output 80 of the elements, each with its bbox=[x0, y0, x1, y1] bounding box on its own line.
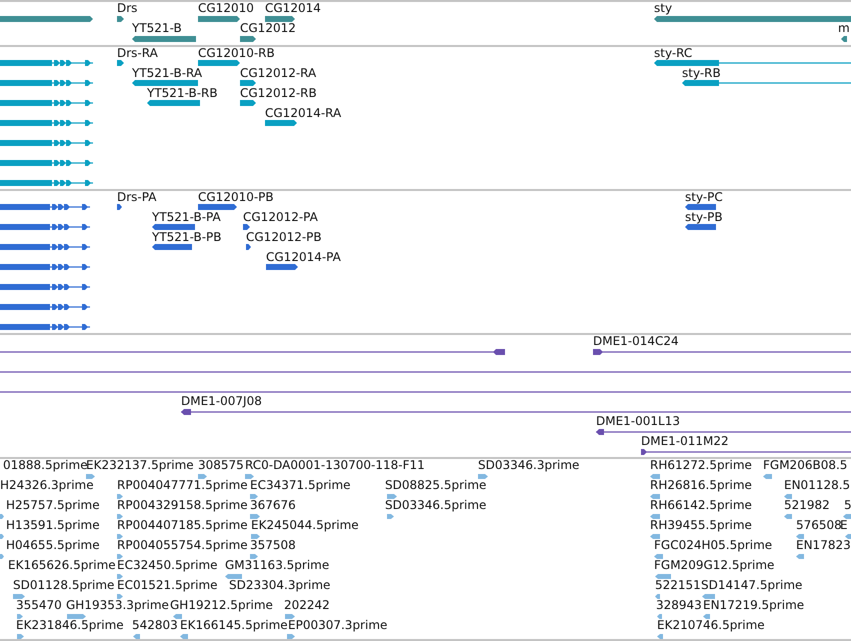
feature-label: SD03346.3prime bbox=[478, 459, 580, 472]
feature-label: DME1-014C24 bbox=[593, 335, 679, 348]
feature-label: sty-RC bbox=[654, 47, 692, 60]
feature-label: 522151 bbox=[655, 579, 701, 592]
feature-label: CG12012-PB bbox=[246, 231, 322, 244]
feature-label: 328943 bbox=[656, 599, 702, 612]
feature-label: RP004407185.5prime bbox=[117, 519, 248, 532]
feature-label: m bbox=[838, 22, 850, 35]
feature-label: YT521-B-PB bbox=[152, 231, 222, 244]
feature-label: RH61272.5prime bbox=[650, 459, 752, 472]
feature-label: EK232137.5prime bbox=[86, 459, 194, 472]
feature-label: FGM209G12.5prime bbox=[654, 559, 774, 572]
feature-label: RP004055754.5prime bbox=[117, 539, 248, 552]
feature-label: sty-RB bbox=[682, 67, 721, 80]
feature-label: RP004047771.5prime bbox=[117, 479, 248, 492]
feature-label: CG12010-RB bbox=[198, 47, 275, 60]
feature-label: CG12012-RA bbox=[240, 67, 316, 80]
feature-label: RH66142.5prime bbox=[650, 499, 752, 512]
feature-label: 202242 bbox=[284, 599, 330, 612]
feature-label: GM31163.5prime bbox=[225, 559, 330, 572]
feature-label: H25757.5prime bbox=[6, 499, 100, 512]
feature-label: CG12010-PB bbox=[198, 191, 274, 204]
feature-label: 576508 bbox=[796, 519, 842, 532]
feature-label: 5 bbox=[844, 499, 851, 512]
feature-label: CG12014 bbox=[265, 2, 321, 15]
feature-label: EC34371.5prime bbox=[250, 479, 351, 492]
feature-label: EK231846.5prime bbox=[16, 619, 124, 632]
feature-label: 355470 bbox=[16, 599, 62, 612]
feature-label: GH19353.3prime bbox=[66, 599, 169, 612]
feature-label: EN17823 bbox=[796, 539, 851, 552]
feature-label: H04655.5prime bbox=[6, 539, 100, 552]
feature-label: sty-PB bbox=[685, 211, 723, 224]
feature-label: SD14147.5prime bbox=[701, 579, 802, 592]
feature-label: EC32450.5prime bbox=[117, 559, 218, 572]
feature-label: SD03346.5prime bbox=[385, 499, 486, 512]
feature-label: EK210746.5prime bbox=[657, 619, 765, 632]
feature-label: CG12012-PA bbox=[243, 211, 318, 224]
feature-label: Drs-PA bbox=[117, 191, 156, 204]
feature-label: YT521-B-RA bbox=[132, 67, 202, 80]
feature-label: DME1-011M22 bbox=[641, 435, 729, 448]
feature-label: E bbox=[840, 519, 848, 532]
feature-label: sty bbox=[654, 2, 672, 15]
feature-label: SD08825.5prime bbox=[385, 479, 486, 492]
feature-label: RC0-DA0001-130700-118-F11 bbox=[245, 459, 425, 472]
feature-label: 357508 bbox=[250, 539, 296, 552]
feature-label: EK165626.5prime bbox=[8, 559, 116, 572]
feature-label: DME1-007J08 bbox=[181, 395, 262, 408]
feature-label: EK166145.5prime bbox=[180, 619, 288, 632]
feature-label: sty-PC bbox=[685, 191, 723, 204]
feature-label: 367676 bbox=[250, 499, 296, 512]
feature-label: RP004329158.5prime bbox=[117, 499, 248, 512]
feature-label: CG12012-RB bbox=[240, 87, 317, 100]
feature-label: SD01128.5prime bbox=[13, 579, 114, 592]
feature-label: CG12014-RA bbox=[265, 107, 342, 120]
feature-label: 521982 bbox=[784, 499, 830, 512]
feature-label: 01888.5prime bbox=[3, 459, 88, 472]
feature-label: YT521-B-PA bbox=[152, 211, 221, 224]
feature-label: H13591.5prime bbox=[6, 519, 100, 532]
feature-label: GH19212.5prime bbox=[170, 599, 273, 612]
feature-label: CG12010 bbox=[198, 2, 254, 15]
feature-label: 308575 bbox=[198, 459, 244, 472]
feature-label: SD23304.3prime bbox=[229, 579, 330, 592]
feature-label: RH26816.5prime bbox=[650, 479, 752, 492]
feature-label: CG12014-PA bbox=[266, 251, 341, 264]
feature-label: EK245044.5prime bbox=[251, 519, 359, 532]
feature-label: FGM206B08.5 bbox=[763, 459, 848, 472]
feature-label: H24326.3prime bbox=[0, 479, 94, 492]
feature-label: EP00307.3prime bbox=[288, 619, 388, 632]
feature-label: RH39455.5prime bbox=[650, 519, 752, 532]
feature-label: EC01521.5prime bbox=[117, 579, 218, 592]
feature-label: FGC024H05.5prime bbox=[654, 539, 772, 552]
feature-label: YT521-B-RB bbox=[147, 87, 218, 100]
feature-label: Drs-RA bbox=[117, 47, 158, 60]
feature-label: EN17219.5prime bbox=[703, 599, 804, 612]
feature-label: 542803 bbox=[132, 619, 178, 632]
feature-label: EN01128.5 bbox=[784, 479, 850, 492]
feature-label: Drs bbox=[117, 2, 138, 15]
feature-label: YT521-B bbox=[132, 22, 182, 35]
feature-label: DME1-001L13 bbox=[596, 415, 680, 428]
feature-label: CG12012 bbox=[240, 22, 296, 35]
